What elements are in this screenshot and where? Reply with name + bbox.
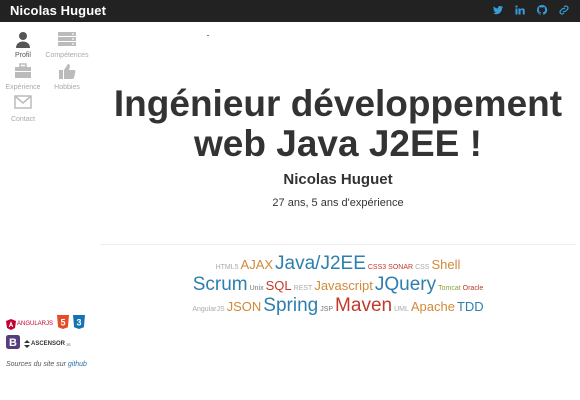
github-link[interactable]: github <box>68 361 87 368</box>
css3-logo: 3 <box>73 314 86 334</box>
ascensor-logo-suffix: JS <box>66 341 71 347</box>
sidebar-item-hobbies[interactable]: Hobbies <box>44 63 90 91</box>
skill-tag: AngularJS <box>192 306 225 313</box>
page-title: Ingénieur développement web Java J2EE ! <box>96 84 580 164</box>
top-navbar: Nicolas Huguet <box>0 0 580 22</box>
sidebar-item-label: Contact <box>10 116 36 123</box>
envelope-icon <box>0 95 46 115</box>
css3-logo-text: 3 <box>77 317 82 327</box>
skill-tag: TDD <box>456 299 484 314</box>
skill-tag: REST <box>293 285 313 292</box>
sidebar-item-profil[interactable]: Profil <box>0 31 46 59</box>
angularjs-logo: ANGULARJS <box>6 318 54 330</box>
skill-tag: JSP <box>320 306 334 313</box>
tech-badges: ANGULARJS 5 3 B ASCENSOR JS <box>6 314 94 356</box>
linkedin-icon[interactable] <box>514 4 526 16</box>
skill-tag: SQL <box>265 278 292 293</box>
ascensor-logo: ASCENSOR JS <box>24 340 71 348</box>
ascensor-logo-text: ASCENSOR <box>31 341 66 347</box>
github-icon[interactable] <box>536 4 548 16</box>
angularjs-logo-text: ANGULARJS <box>17 321 54 327</box>
cloud-row: AngularJS JSON Spring JSP Maven UML Apache TDD <box>150 296 526 315</box>
briefcase-icon <box>0 63 46 83</box>
skill-tag: JQuery <box>374 274 437 295</box>
skill-tag: SONAR <box>388 264 414 271</box>
skill-tag: CSS3 <box>367 264 387 271</box>
skill-tag: Spring <box>263 295 319 316</box>
skill-tag: Javascript <box>314 278 373 293</box>
bootstrap-logo: B <box>6 334 20 354</box>
cloud-row: Scrum Unix SQL REST Javascript JQuery Tomcat Or… <box>150 275 526 294</box>
server-icon <box>44 31 90 51</box>
skill-tag: Oracle <box>462 285 484 292</box>
skill-tag: Unix <box>249 285 264 292</box>
experience-text: 27 ans, 5 ans d'expérience <box>272 197 404 209</box>
skill-tag: Tomcat <box>438 285 461 292</box>
skill-tag: Apache <box>410 299 455 314</box>
sidebar-item-experience[interactable]: Expérience <box>0 63 46 91</box>
skill-tag: Shell <box>431 257 461 272</box>
sidebar-item-contact[interactable]: Contact <box>0 95 46 123</box>
skill-tag: AJAX <box>240 257 274 272</box>
person-name: Nicolas Huguet <box>283 171 393 188</box>
title-line-1: Ingénieur développement <box>113 83 563 124</box>
html5-logo-text: 5 <box>61 317 66 327</box>
thumbs-up-icon <box>44 63 90 83</box>
skill-tag: HTML5 <box>215 264 239 271</box>
sidebar-item-label: Hobbies <box>54 84 80 91</box>
skill-tag: Maven <box>335 295 393 316</box>
decorative-dot <box>207 35 209 36</box>
skill-tag: JSON <box>226 299 262 314</box>
title-line-2: web Java J2EE ! <box>194 123 482 164</box>
social-links <box>492 4 570 16</box>
twitter-icon[interactable] <box>492 4 504 16</box>
sources-note: Sources du site sur github <box>6 361 87 368</box>
bootstrap-logo-text: B <box>9 337 17 349</box>
brand-name[interactable]: Nicolas Huguet <box>10 3 106 18</box>
skill-tag: Scrum <box>192 274 248 295</box>
skill-tag: CSS <box>415 264 430 271</box>
skills-word-cloud: HTML5 AJAX Java/J2EE CSS3 SONAR CSS Shell Scrum… <box>150 254 526 315</box>
skill-tag: Java/J2EE <box>275 253 366 274</box>
user-icon <box>0 31 46 51</box>
cloud-row: HTML5 AJAX Java/J2EE CSS3 SONAR CSS Shell <box>150 254 526 273</box>
link-icon[interactable] <box>558 4 570 16</box>
sidebar-item-label: Profil <box>15 52 31 59</box>
sidebar-item-label: Compétences <box>45 52 89 59</box>
skill-tag: UML <box>394 306 409 313</box>
html5-logo: 5 <box>57 314 70 334</box>
sidebar-item-competences[interactable]: Compétences <box>44 31 90 59</box>
sources-text: Sources du site sur <box>6 361 68 368</box>
sidebar-item-label: Expérience <box>5 84 41 91</box>
section-divider <box>100 244 576 245</box>
